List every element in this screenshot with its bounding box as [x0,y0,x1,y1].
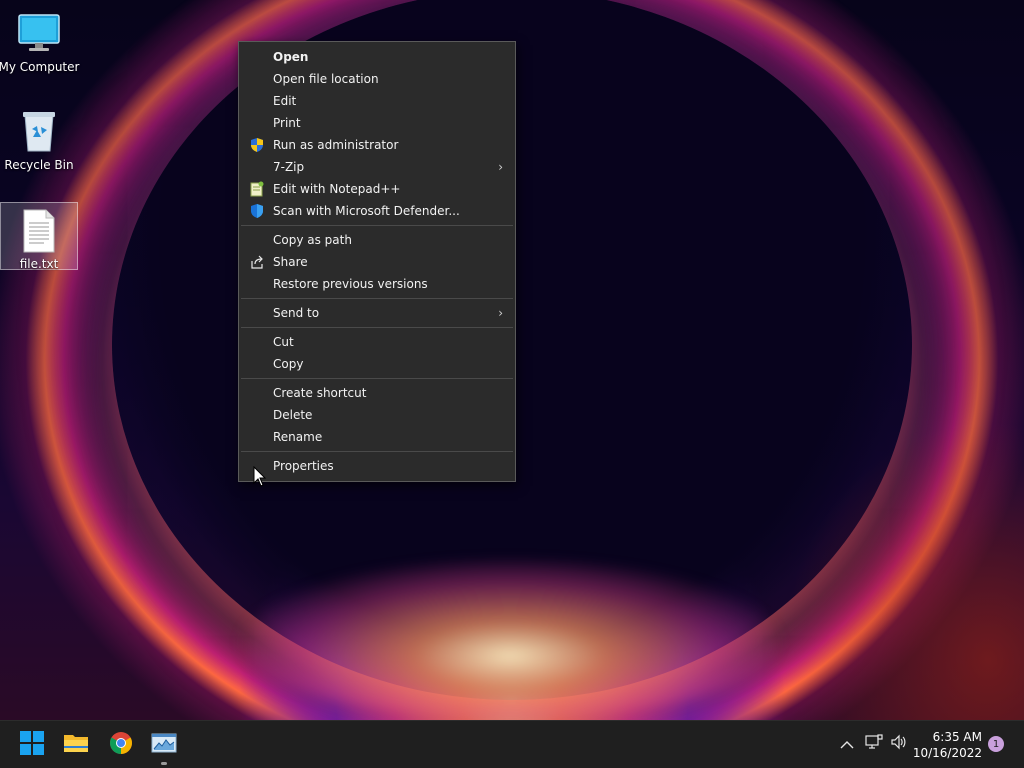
menu-item-edit-with-notepad-plus-plus[interactable]: Edit with Notepad++ [239,178,515,200]
menu-item-label: Delete [273,408,313,422]
taskbar-clock[interactable]: 6:35 AM 10/16/2022 [902,729,982,761]
notification-badge[interactable]: 1 [988,736,1004,752]
menu-item-open[interactable]: Open [239,46,515,68]
menu-item-open-file-location[interactable]: Open file location [239,68,515,90]
chevron-up-icon [840,735,854,754]
clock-date: 10/16/2022 [912,746,982,760]
menu-item-label: Share [273,255,308,269]
menu-item-label: 7-Zip [273,160,305,174]
menu-separator [241,327,513,328]
menu-item-share[interactable]: Share [239,251,515,273]
file-explorer-icon [63,732,89,758]
menu-item-label: Properties [273,459,334,473]
menu-item-send-to[interactable]: Send to › [239,302,515,324]
uac-shield-icon [249,137,265,153]
desktop-icon-file-txt[interactable]: file.txt [0,202,78,271]
menu-item-print[interactable]: Print [239,112,515,134]
show-hidden-icons-button[interactable] [836,733,858,755]
menu-item-label: Rename [273,430,323,444]
share-icon [249,254,265,270]
menu-item-label: Copy as path [273,233,352,247]
menu-item-label: Cut [273,335,294,349]
context-menu: Open Open file location Edit Print Run a… [238,41,516,482]
menu-item-delete[interactable]: Delete [239,404,515,426]
menu-item-label: Scan with Microsoft Defender... [273,204,460,218]
wallpaper-glow [240,560,780,720]
notepad-plus-plus-icon [249,181,265,197]
menu-item-run-as-administrator[interactable]: Run as administrator [239,134,515,156]
monitor-icon [17,10,61,56]
clock-time: 6:35 AM [932,730,982,744]
desktop-icon-label: My Computer [0,60,80,74]
windows-start-icon [20,731,44,759]
menu-item-edit[interactable]: Edit [239,90,515,112]
menu-item-label: Edit [273,94,297,108]
start-button[interactable] [16,729,48,761]
menu-item-label: Send to [273,306,320,320]
menu-item-rename[interactable]: Rename [239,426,515,448]
menu-item-copy-as-path[interactable]: Copy as path [239,229,515,251]
taskbar-file-explorer[interactable] [60,729,92,761]
text-file-icon [22,209,56,253]
network-icon [865,734,883,754]
menu-separator [241,451,513,452]
menu-item-7zip[interactable]: 7-Zip › [239,156,515,178]
desktop-icon-recycle-bin[interactable]: Recycle Bin [0,102,78,172]
recycle-bin-icon [19,108,59,154]
menu-item-label: Copy [273,357,304,371]
menu-item-label: Open file location [273,72,379,86]
desktop-icon-label: Recycle Bin [4,158,74,172]
menu-item-label: Run as administrator [273,138,399,152]
network-status-button[interactable] [863,733,885,755]
desktop-icon-label: file.txt [19,257,59,271]
menu-item-scan-with-defender[interactable]: Scan with Microsoft Defender... [239,200,515,222]
menu-item-label: Create shortcut [273,386,367,400]
defender-shield-icon [249,203,265,219]
task-manager-icon [151,732,177,758]
menu-separator [241,225,513,226]
menu-item-label: Restore previous versions [273,277,428,291]
menu-item-label: Edit with Notepad++ [273,182,401,196]
menu-item-restore-previous-versions[interactable]: Restore previous versions [239,273,515,295]
running-app-indicator [161,762,167,765]
menu-item-copy[interactable]: Copy [239,353,515,375]
desktop-icon-my-computer[interactable]: My Computer [0,4,80,74]
chrome-icon [109,731,133,759]
taskbar-task-manager[interactable] [148,729,180,761]
wallpaper-ember [780,420,1024,720]
taskbar-chrome[interactable] [105,729,137,761]
mouse-pointer-icon [253,465,267,488]
menu-separator [241,378,513,379]
menu-separator [241,298,513,299]
menu-item-properties[interactable]: Properties [239,455,515,477]
menu-item-label: Open [273,50,309,64]
taskbar: 6:35 AM 10/16/2022 [0,720,1024,768]
menu-item-cut[interactable]: Cut [239,331,515,353]
menu-item-label: Print [273,116,301,130]
menu-item-create-shortcut[interactable]: Create shortcut [239,382,515,404]
chevron-right-icon: › [498,306,503,320]
chevron-right-icon: › [498,160,503,174]
